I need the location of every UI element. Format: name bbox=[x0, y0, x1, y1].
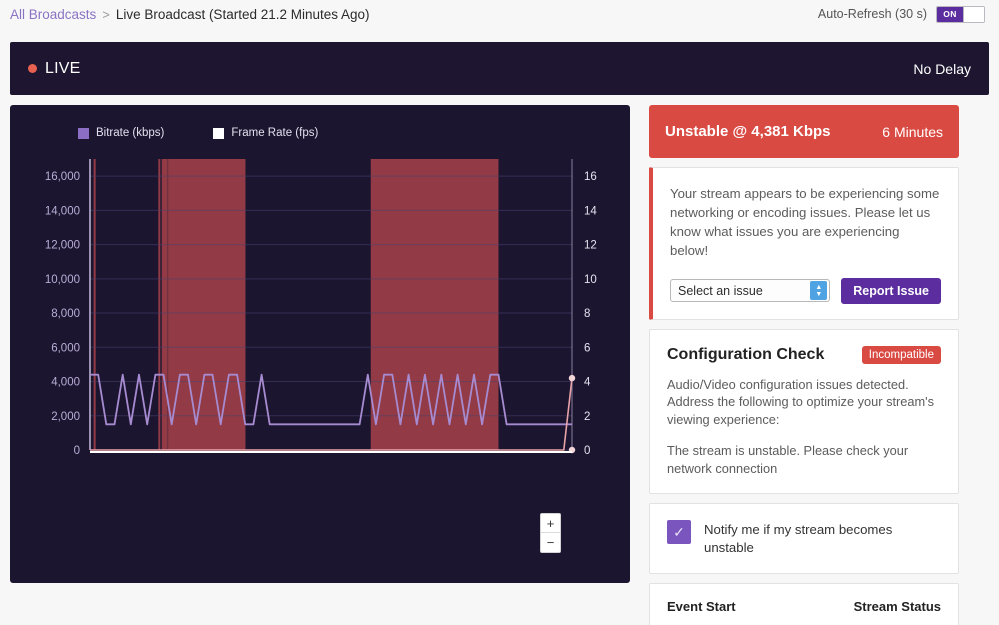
breadcrumb-separator: > bbox=[102, 6, 110, 22]
legend-label-bitrate: Bitrate (kbps) bbox=[96, 127, 165, 139]
auto-refresh-toggle-state: ON bbox=[937, 6, 963, 22]
live-status-bar: LIVE No Delay bbox=[10, 42, 989, 95]
auto-refresh-toggle[interactable]: ON bbox=[936, 5, 985, 23]
zoom-in-button[interactable]: + bbox=[541, 514, 560, 533]
issue-report-card: Your stream appears to be experiencing s… bbox=[649, 167, 959, 320]
svg-text:14,000: 14,000 bbox=[45, 205, 80, 217]
event-table-header: Event Start Stream Status bbox=[650, 584, 958, 625]
auto-refresh-label: Auto-Refresh (30 s) bbox=[817, 7, 927, 21]
legend-item-framerate: Frame Rate (fps) bbox=[213, 127, 318, 139]
event-table-col-status: Stream Status bbox=[853, 598, 941, 614]
config-body: Audio/Video configuration issues detecte… bbox=[667, 376, 941, 479]
report-issue-button[interactable]: Report Issue bbox=[841, 277, 941, 304]
svg-text:10: 10 bbox=[584, 274, 597, 286]
svg-text:4: 4 bbox=[584, 377, 591, 389]
notify-card: ✓ Notify me if my stream becomes unstabl… bbox=[649, 503, 959, 574]
unstable-banner-duration: 6 Minutes bbox=[882, 123, 943, 140]
check-icon: ✓ bbox=[673, 523, 685, 540]
issue-message: Your stream appears to be experiencing s… bbox=[670, 186, 940, 259]
svg-text:16,000: 16,000 bbox=[45, 171, 80, 183]
legend-swatch-bitrate bbox=[78, 127, 89, 139]
right-sidebar: Unstable @ 4,381 Kbps 6 Minutes Your str… bbox=[649, 105, 959, 625]
svg-text:8,000: 8,000 bbox=[51, 308, 80, 320]
event-table-card: Event Start Stream Status bbox=[649, 582, 959, 625]
chevron-updown-icon: ▲ ▼ bbox=[810, 281, 828, 301]
config-status-badge: Incompatible bbox=[861, 345, 941, 364]
svg-text:6: 6 bbox=[584, 342, 590, 354]
unstable-banner-title: Unstable @ 4,381 Kbps bbox=[665, 123, 831, 140]
notify-label: Notify me if my stream becomes unstable bbox=[704, 522, 893, 555]
issue-select-value: Select an issue bbox=[678, 283, 763, 298]
svg-text:10,000: 10,000 bbox=[45, 274, 80, 286]
legend-swatch-framerate bbox=[213, 127, 225, 139]
auto-refresh-toggle-knob bbox=[963, 6, 984, 22]
delay-label: No Delay bbox=[913, 60, 971, 77]
breadcrumb-current: Live Broadcast (Started 21.2 Minutes Ago… bbox=[115, 6, 370, 22]
auto-refresh-group: Auto-Refresh (30 s) ON bbox=[817, 5, 985, 23]
config-header: Configuration Check Incompatible bbox=[667, 345, 941, 364]
chart-legend: Bitrate (kbps) Frame Rate (fps) bbox=[10, 105, 630, 139]
issue-controls: Select an issue ▲ ▼ Report Issue bbox=[670, 277, 941, 304]
live-dot-icon bbox=[28, 64, 37, 73]
main-content: Bitrate (kbps) Frame Rate (fps) 0 2,000 4,… bbox=[0, 95, 999, 625]
configuration-check-card: Configuration Check Incompatible Audio/V… bbox=[649, 328, 959, 495]
legend-item-bitrate: Bitrate (kbps) bbox=[78, 127, 164, 139]
zoom-out-button[interactable]: − bbox=[541, 533, 560, 552]
event-table-col-start: Event Start bbox=[667, 598, 736, 614]
chart-svg: 0 2,000 4,000 6,000 8,000 10,000 12,000 14,000 1… bbox=[45, 159, 597, 457]
svg-text:2,000: 2,000 bbox=[51, 411, 80, 423]
config-title: Configuration Check bbox=[667, 345, 825, 363]
notify-checkbox[interactable]: ✓ bbox=[667, 520, 691, 545]
chart-plot-area[interactable]: 0 2,000 4,000 6,000 8,000 10,000 12,000 14,000 1… bbox=[10, 151, 630, 463]
svg-text:0: 0 bbox=[74, 445, 80, 457]
svg-text:2: 2 bbox=[584, 411, 590, 423]
breadcrumb-root-link[interactable]: All Broadcasts bbox=[10, 7, 96, 22]
svg-text:16: 16 bbox=[584, 171, 597, 183]
live-indicator: LIVE bbox=[28, 60, 81, 78]
bitrate-chart-panel: Bitrate (kbps) Frame Rate (fps) 0 2,000 4,… bbox=[10, 105, 630, 583]
live-label: LIVE bbox=[45, 59, 81, 77]
chart-zoom-controls[interactable]: + − bbox=[540, 513, 561, 553]
top-bar: All Broadcasts > Live Broadcast (Started… bbox=[0, 0, 999, 28]
svg-text:12: 12 bbox=[584, 240, 597, 252]
svg-text:4,000: 4,000 bbox=[51, 377, 80, 389]
svg-text:14: 14 bbox=[584, 205, 597, 217]
svg-text:6,000: 6,000 bbox=[51, 342, 80, 354]
config-paragraph-1: Audio/Video configuration issues detecte… bbox=[667, 376, 935, 428]
issue-select[interactable]: Select an issue ▲ ▼ bbox=[670, 279, 831, 303]
legend-label-framerate: Frame Rate (fps) bbox=[231, 127, 319, 139]
unstable-banner: Unstable @ 4,381 Kbps 6 Minutes bbox=[649, 105, 959, 158]
svg-text:8: 8 bbox=[584, 308, 590, 320]
svg-text:12,000: 12,000 bbox=[45, 240, 80, 252]
config-paragraph-2: The stream is unstable. Please check you… bbox=[667, 443, 909, 477]
svg-text:0: 0 bbox=[584, 445, 590, 457]
